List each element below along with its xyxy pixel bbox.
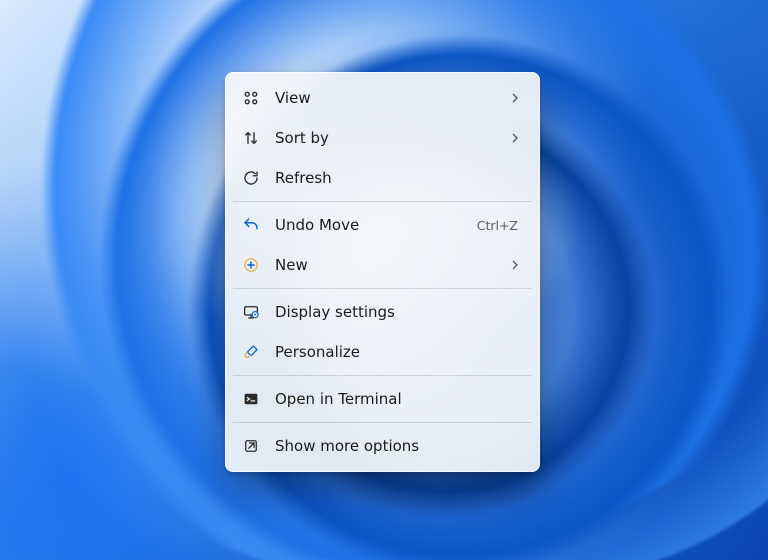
menu-item-label: Sort by <box>275 129 494 147</box>
menu-item-label: New <box>275 256 494 274</box>
plus-circle-icon <box>241 255 261 275</box>
expand-icon <box>241 436 261 456</box>
menu-item-show-more-options[interactable]: Show more options <box>231 426 534 466</box>
menu-item-label: Open in Terminal <box>275 390 522 408</box>
menu-item-sort-by[interactable]: Sort by <box>231 118 534 158</box>
sort-icon <box>241 128 261 148</box>
menu-item-display-settings[interactable]: Display settings <box>231 292 534 332</box>
menu-separator <box>233 422 532 423</box>
view-grid-icon <box>241 88 261 108</box>
menu-item-label: View <box>275 89 494 107</box>
menu-item-label: Display settings <box>275 303 522 321</box>
terminal-icon <box>241 389 261 409</box>
chevron-right-icon <box>508 260 522 270</box>
desktop-context-menu: View Sort by Refresh <box>225 72 540 472</box>
refresh-icon <box>241 168 261 188</box>
menu-item-refresh[interactable]: Refresh <box>231 158 534 198</box>
display-settings-icon <box>241 302 261 322</box>
menu-item-undo-move[interactable]: Undo Move Ctrl+Z <box>231 205 534 245</box>
brush-icon <box>241 342 261 362</box>
menu-item-label: Show more options <box>275 437 522 455</box>
undo-icon <box>241 215 261 235</box>
menu-item-personalize[interactable]: Personalize <box>231 332 534 372</box>
menu-item-view[interactable]: View <box>231 78 534 118</box>
menu-item-new[interactable]: New <box>231 245 534 285</box>
menu-item-accelerator: Ctrl+Z <box>477 218 518 233</box>
chevron-right-icon <box>508 93 522 103</box>
menu-item-open-in-terminal[interactable]: Open in Terminal <box>231 379 534 419</box>
menu-separator <box>233 201 532 202</box>
menu-item-label: Refresh <box>275 169 522 187</box>
menu-separator <box>233 288 532 289</box>
chevron-right-icon <box>508 133 522 143</box>
menu-item-label: Personalize <box>275 343 522 361</box>
menu-item-label: Undo Move <box>275 216 463 234</box>
menu-separator <box>233 375 532 376</box>
